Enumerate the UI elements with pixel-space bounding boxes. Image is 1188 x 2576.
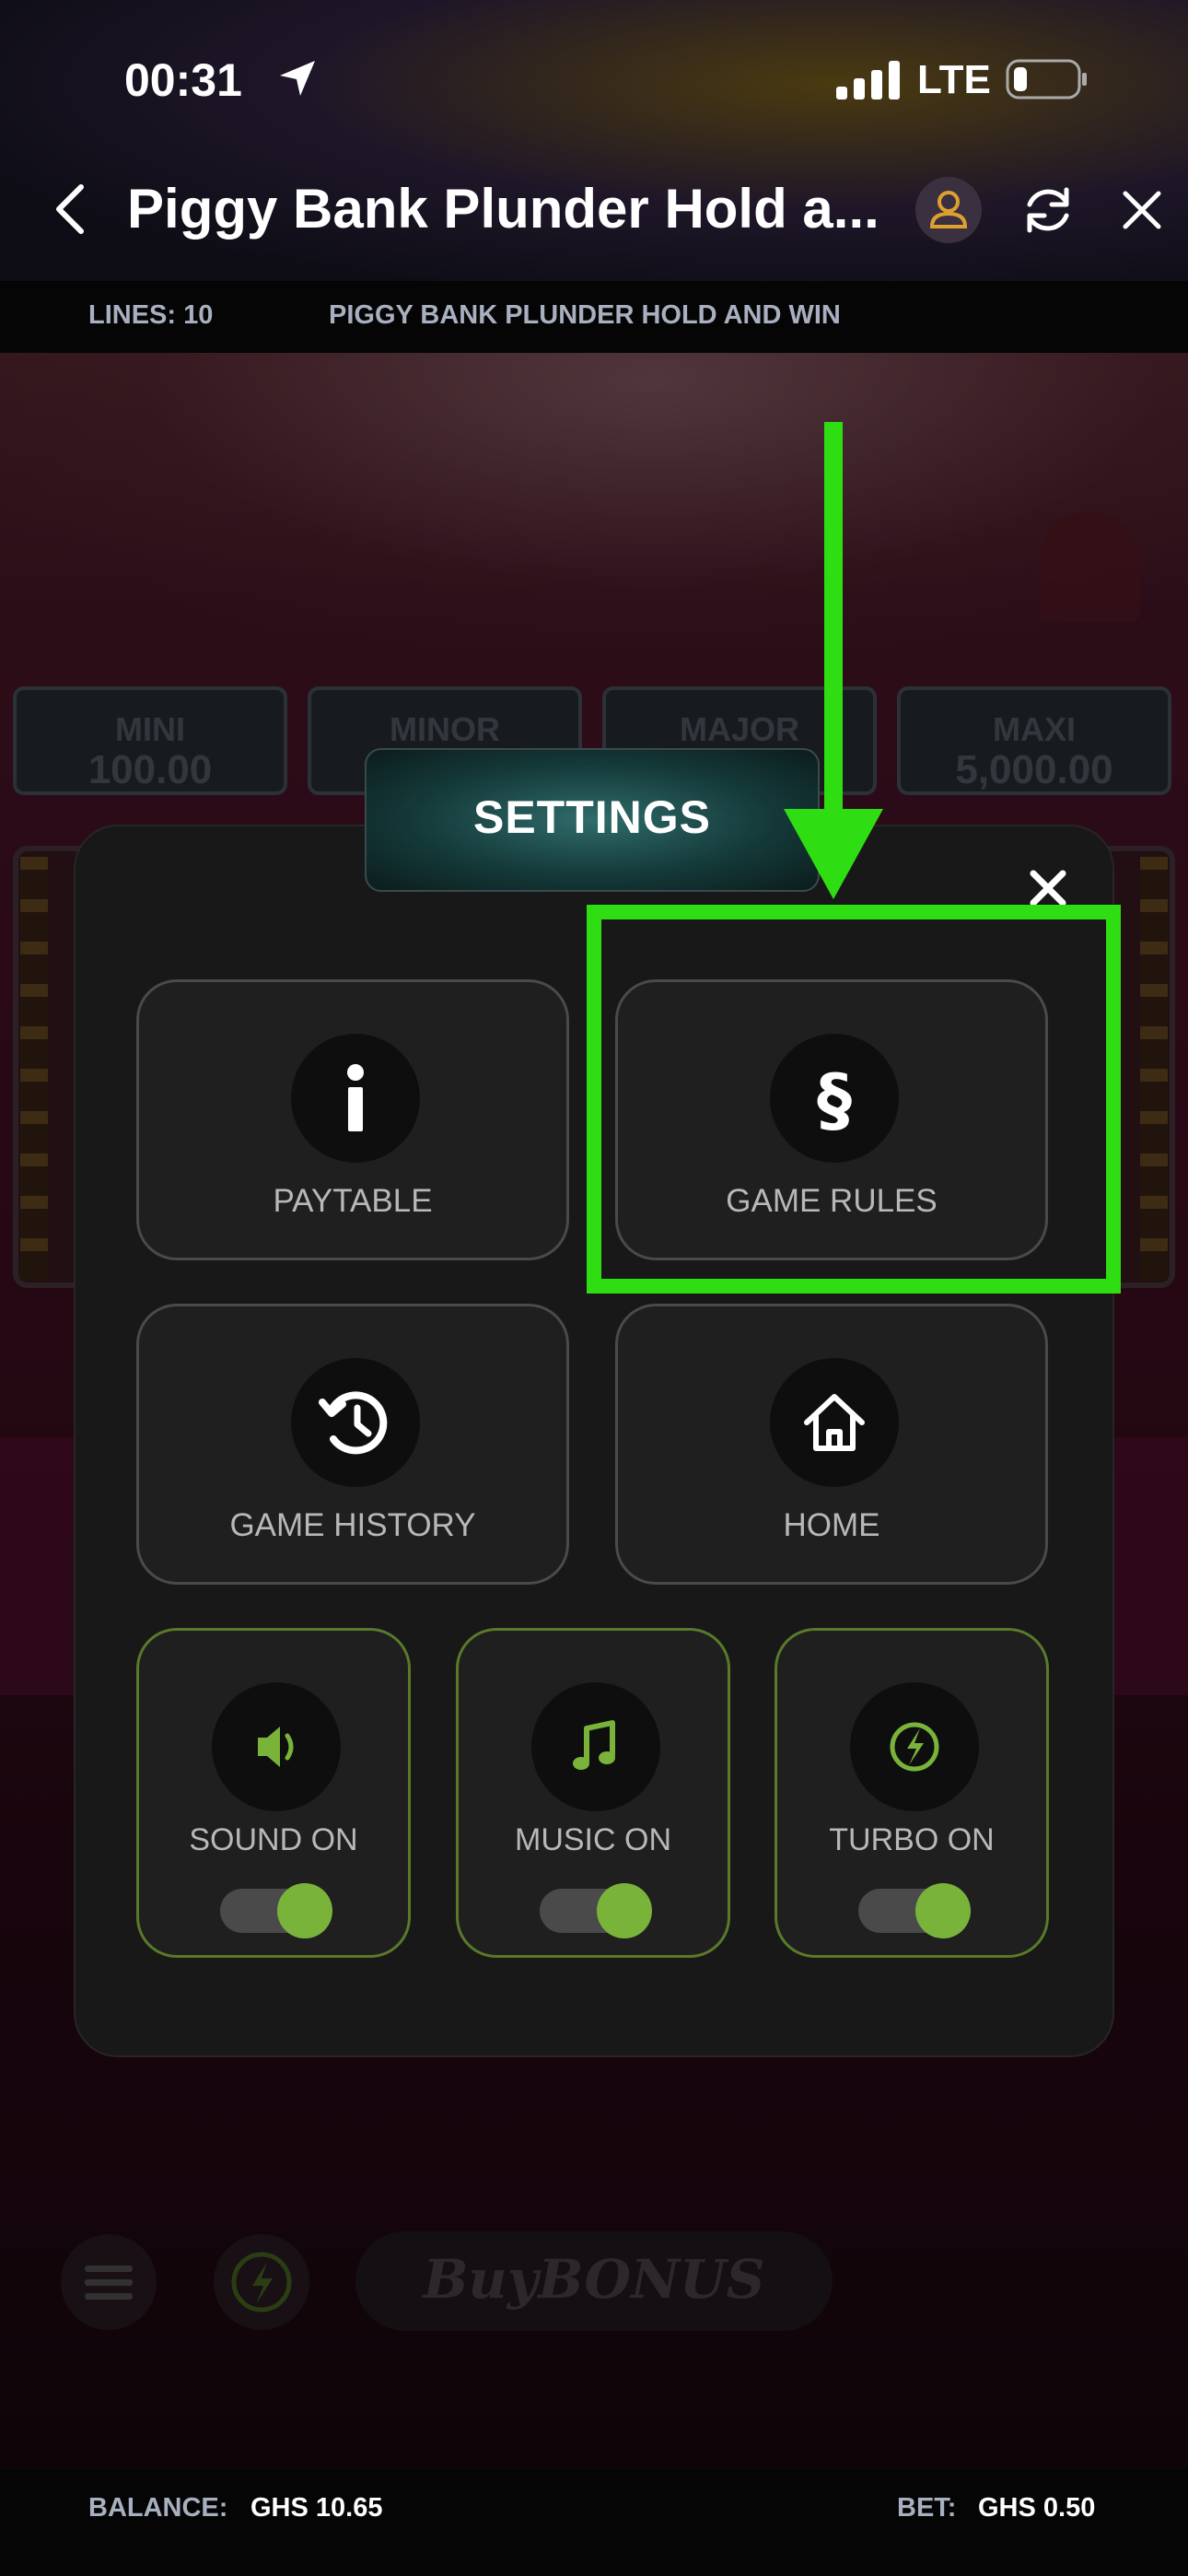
history-icon: [291, 1358, 420, 1487]
page-title: Piggy Bank Plunder Hold a...: [127, 178, 879, 240]
home-button[interactable]: HOME: [615, 1304, 1048, 1585]
location-arrow-icon: [280, 61, 315, 96]
game-history-label: GAME HISTORY: [229, 1507, 476, 1543]
switch-knob: [597, 1883, 652, 1938]
switch-knob: [915, 1883, 971, 1938]
pointer-arrow: [784, 422, 883, 899]
game-history-button[interactable]: GAME HISTORY: [136, 1304, 569, 1585]
home-label: HOME: [783, 1507, 880, 1543]
settings-title: SETTINGS: [472, 791, 712, 843]
info-icon: [291, 1034, 420, 1163]
music-toggle-tile[interactable]: MUSIC ON: [456, 1628, 730, 1958]
home-icon: [770, 1358, 899, 1487]
sound-toggle-tile[interactable]: SOUND ON: [136, 1628, 411, 1958]
music-switch[interactable]: [540, 1883, 652, 1938]
lines-count: LINES: 10: [88, 300, 214, 330]
lightning-icon: [850, 1682, 979, 1811]
paytable-button[interactable]: PAYTABLE: [136, 979, 569, 1260]
profile-button[interactable]: [915, 177, 982, 243]
music-note-icon: [531, 1682, 660, 1811]
reload-icon[interactable]: [1019, 181, 1077, 240]
turbo-label: TURBO ON: [829, 1822, 995, 1857]
network-type: LTE: [917, 57, 991, 102]
signal-icon: [836, 61, 900, 100]
switch-knob: [277, 1883, 332, 1938]
battery-icon: [1006, 59, 1087, 100]
highlight-box: [587, 905, 1121, 1294]
paytable-label: PAYTABLE: [273, 1183, 433, 1219]
back-chevron-icon[interactable]: [48, 180, 94, 239]
balance-label: BALANCE:: [88, 2493, 228, 2523]
bet-value: GHS 0.50: [978, 2493, 1096, 2523]
bet-label: BET:: [897, 2493, 957, 2523]
sound-switch[interactable]: [220, 1883, 332, 1938]
game-name: PIGGY BANK PLUNDER HOLD AND WIN: [329, 300, 841, 330]
close-icon[interactable]: [1118, 186, 1166, 234]
turbo-toggle-tile[interactable]: TURBO ON: [775, 1628, 1049, 1958]
user-icon: [929, 191, 968, 228]
sound-label: SOUND ON: [189, 1822, 358, 1857]
speaker-icon: [212, 1682, 341, 1811]
balance-value: GHS 10.65: [250, 2493, 383, 2523]
status-time: 00:31: [124, 54, 242, 106]
screen: 00:31 LTE Piggy Bank Plunder Hold a... L…: [0, 0, 1188, 2576]
turbo-switch[interactable]: [858, 1883, 971, 1938]
music-label: MUSIC ON: [515, 1822, 671, 1857]
